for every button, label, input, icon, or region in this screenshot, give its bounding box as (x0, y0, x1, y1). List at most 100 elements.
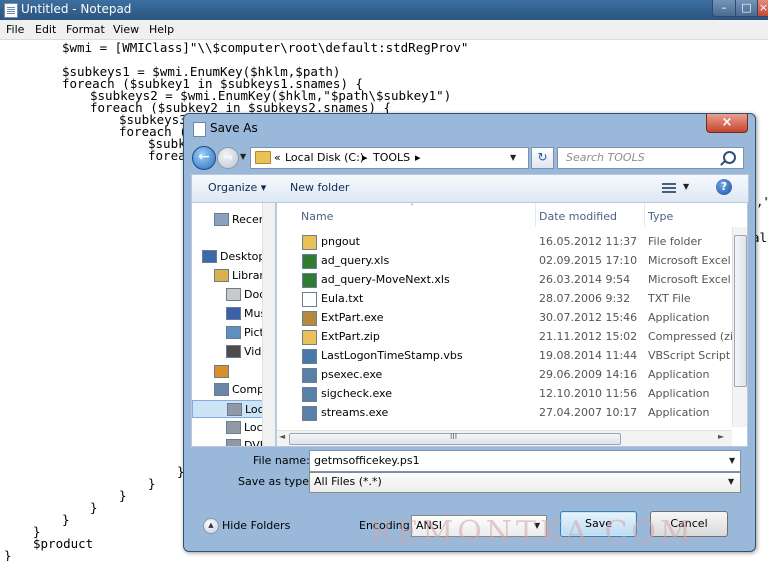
menu-help[interactable]: Help (149, 23, 174, 36)
file-name-dropdown-icon[interactable]: ▼ (729, 456, 735, 465)
folder-icon (255, 151, 271, 164)
navigation-pane: RecentDesktopLibrariesDocumentsMusicPict… (191, 202, 276, 447)
nav-pane-scrollbar[interactable] (262, 203, 275, 446)
save-as-dialog: Save As × ← → ▼ « Local Disk (C:) ▸ TOOL… (183, 113, 756, 552)
back-arrow-icon[interactable]: ← (192, 146, 216, 170)
notepad-title-bar[interactable]: Untitled - Notepad – □ × (0, 0, 768, 20)
search-icon[interactable] (723, 151, 736, 164)
column-divider[interactable] (535, 203, 536, 227)
file-row[interactable]: psexec.exe 29.06.2009 14:16 Application (297, 365, 732, 384)
file-date: 30.07.2012 15:46 (539, 311, 638, 324)
menu-format[interactable]: Format (66, 23, 105, 36)
refresh-button[interactable]: ↻ (531, 147, 554, 169)
file-date: 21.11.2012 15:02 (539, 330, 638, 343)
menu-file[interactable]: File (6, 23, 24, 36)
column-header-type[interactable]: Type (648, 210, 673, 223)
file-row[interactable]: sigcheck.exe 12.10.2010 11:56 Application (297, 384, 732, 403)
file-type: Application (648, 368, 710, 381)
drive-icon (226, 421, 241, 434)
file-row[interactable]: pngout 16.05.2012 11:37 File folder (297, 232, 732, 251)
file-type: Application (648, 311, 710, 324)
dialog-close-button[interactable]: × (706, 114, 748, 133)
column-header-name[interactable]: Name (301, 210, 333, 223)
file-type: TXT File (648, 292, 691, 305)
breadcrumb-separator[interactable]: ▸ (362, 151, 368, 164)
watermark: REMONTKA.COM (370, 515, 695, 550)
breadcrumb-overflow[interactable]: « (274, 151, 281, 164)
horizontal-scrollbar[interactable]: ◄ III ► (277, 430, 732, 446)
file-date: 16.05.2012 11:37 (539, 235, 638, 248)
scrollbar-thumb[interactable]: III (289, 432, 621, 445)
file-date: 29.06.2009 14:16 (539, 368, 638, 381)
file-name: LastLogonTimeStamp.vbs (321, 349, 463, 362)
forward-arrow-icon[interactable]: → (217, 147, 239, 169)
help-icon[interactable]: ? (716, 179, 732, 195)
file-name: psexec.exe (321, 368, 383, 381)
recent-locations-dropdown-icon[interactable]: ▼ (240, 152, 246, 161)
computer-icon (214, 383, 229, 396)
file-list: ˄ Name Date modified Type pngout 16.05.20… (276, 202, 748, 447)
file-row[interactable]: Eula.txt 28.07.2006 9:32 TXT File (297, 289, 732, 308)
dialog-title-bar[interactable]: Save As × (184, 114, 755, 142)
file-row[interactable]: streams.exe 27.04.2007 10:17 Application (297, 403, 732, 422)
search-input[interactable]: Search TOOLS (557, 147, 744, 169)
scroll-left-icon[interactable]: ◄ (279, 432, 285, 441)
file-date: 02.09.2015 17:10 (539, 254, 638, 267)
breadcrumb-local-disk[interactable]: Local Disk (C:) (285, 151, 364, 164)
file-name: Eula.txt (321, 292, 364, 305)
file-row[interactable]: ad_query.xls 02.09.2015 17:10 Microsoft Ex… (297, 251, 747, 270)
maximize-button[interactable]: □ (735, 0, 758, 17)
breadcrumb-separator[interactable]: ▸ (415, 151, 421, 164)
text-file-icon (302, 292, 317, 307)
file-name: sigcheck.exe (321, 387, 392, 400)
organize-button[interactable]: Organize ▾ (208, 181, 266, 194)
code-line: } (62, 512, 70, 527)
scroll-right-icon[interactable]: ► (718, 432, 724, 441)
dialog-title: Save As (210, 121, 258, 135)
file-row[interactable]: LastLogonTimeStamp.vbs 19.08.2014 11:44 VB… (297, 346, 742, 365)
new-folder-button[interactable]: New folder (290, 181, 349, 194)
code-line: forea (148, 148, 186, 163)
save-as-type-select[interactable]: All Files (*.*) ▼ (309, 472, 741, 493)
file-date: 26.03.2014 9:54 (539, 273, 631, 286)
file-date: 27.04.2007 10:17 (539, 406, 638, 419)
address-dropdown-icon[interactable]: ▼ (510, 153, 516, 162)
close-button[interactable]: × (757, 0, 768, 17)
file-row[interactable]: ExtPart.exe 30.07.2012 15:46 Application (297, 308, 732, 327)
documents-icon (226, 288, 241, 301)
vertical-scrollbar[interactable] (732, 227, 747, 427)
menu-edit[interactable]: Edit (35, 23, 56, 36)
library-icon (214, 269, 229, 282)
local-disk-icon (227, 403, 242, 416)
application-icon (302, 387, 317, 402)
file-name-field[interactable]: getmsofficekey.ps1 ▼ (309, 450, 741, 472)
view-options-dropdown-icon[interactable]: ▼ (683, 182, 689, 191)
file-name: ad_query-MoveNext.xls (321, 273, 450, 286)
code-line: } (4, 548, 12, 561)
file-name: streams.exe (321, 406, 389, 419)
file-date: 28.07.2006 9:32 (539, 292, 631, 305)
save-as-type-dropdown-icon[interactable]: ▼ (728, 477, 734, 486)
file-row[interactable]: ad_query-MoveNext.xls 26.03.2014 9:54 Micr… (297, 270, 747, 289)
file-name: ExtPart.exe (321, 311, 384, 324)
scrollbar-thumb[interactable] (734, 235, 747, 387)
menu-view[interactable]: View (113, 23, 139, 36)
nav-item-label: Desktop (220, 250, 266, 263)
file-type: File folder (648, 235, 702, 248)
file-name: pngout (321, 235, 360, 248)
code-line: $product (33, 536, 94, 551)
notepad-app-icon (4, 3, 18, 18)
code-line: ," (756, 194, 768, 209)
excel-icon (302, 273, 317, 288)
column-divider[interactable] (644, 203, 645, 227)
excel-icon (302, 254, 317, 269)
file-name-label: File name: (253, 454, 310, 467)
change-view-icon[interactable] (662, 183, 676, 193)
minimize-button[interactable]: – (712, 0, 736, 17)
column-header-date-modified[interactable]: Date modified (539, 210, 617, 223)
sort-ascending-icon: ˄ (410, 203, 414, 212)
breadcrumb-tools[interactable]: TOOLS (373, 151, 410, 164)
music-icon (226, 307, 241, 320)
file-row[interactable]: ExtPart.zip 21.11.2012 15:02 Compressed (z… (297, 327, 747, 346)
address-bar[interactable]: « Local Disk (C:) ▸ TOOLS ▸ ▼ (250, 147, 529, 169)
